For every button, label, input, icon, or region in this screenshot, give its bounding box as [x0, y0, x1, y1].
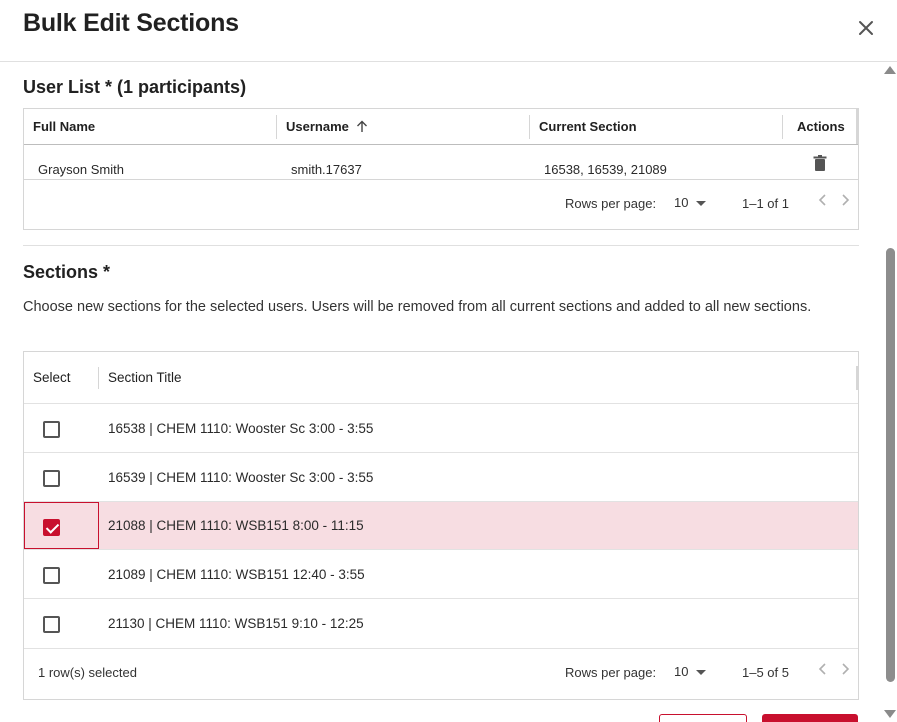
table-row: Grayson Smith smith.17637 16538, 16539, …	[24, 145, 858, 180]
dialog-title: Bulk Edit Sections	[23, 9, 239, 37]
caret-down-icon	[696, 201, 707, 207]
scroll-up-arrow-icon[interactable]	[884, 66, 896, 74]
delete-button[interactable]	[811, 154, 829, 172]
column-header-select: Select	[33, 370, 71, 385]
column-divider	[856, 366, 858, 390]
cell-username: smith.17637	[291, 162, 362, 177]
user-list-heading: User List * (1 participants)	[23, 77, 247, 97]
pagination-range: 1–1 of 1	[742, 196, 789, 211]
row-checkbox[interactable]	[43, 470, 60, 487]
row-checkbox[interactable]	[43, 616, 60, 633]
section-title-cell: 21089 | CHEM 1110: WSB151 12:40 - 3:55	[108, 567, 365, 582]
section-row[interactable]: 16538 | CHEM 1110: Wooster Sc 3:00 - 3:5…	[24, 403, 858, 452]
user-list-table: Full Name Username Current Section Actio…	[23, 108, 859, 230]
section-title-cell: 16538 | CHEM 1110: Wooster Sc 3:00 - 3:5…	[108, 421, 374, 436]
column-divider	[276, 115, 277, 139]
select-cell	[24, 502, 99, 549]
column-header-username[interactable]: Username	[286, 119, 368, 134]
selected-count: 1 row(s) selected	[38, 665, 137, 680]
rows-per-page-value: 10	[674, 664, 689, 679]
close-button[interactable]	[852, 14, 880, 42]
divider	[23, 245, 859, 246]
column-divider	[856, 109, 858, 144]
cancel-button[interactable]	[659, 714, 747, 722]
section-row[interactable]: 16539 | CHEM 1110: Wooster Sc 3:00 - 3:5…	[24, 452, 858, 501]
rows-per-page-label: Rows per page:	[565, 665, 657, 680]
next-page-button[interactable]	[840, 662, 850, 681]
pagination-range: 1–5 of 5	[742, 665, 789, 680]
section-row[interactable]: 21130 | CHEM 1110: WSB151 9:10 - 12:25	[24, 598, 858, 647]
column-header-current-section[interactable]: Current Section	[539, 119, 637, 134]
rows-per-page-label: Rows per page:	[565, 196, 657, 211]
next-page-button[interactable]	[840, 193, 850, 212]
column-header-full-name[interactable]: Full Name	[33, 119, 95, 134]
sections-description: Choose new sections for the selected use…	[23, 299, 812, 315]
scroll-down-arrow-icon[interactable]	[884, 710, 896, 718]
section-title-cell: 16539 | CHEM 1110: Wooster Sc 3:00 - 3:5…	[108, 470, 374, 485]
column-divider	[98, 367, 99, 389]
close-icon	[859, 21, 873, 35]
caret-down-icon	[696, 670, 707, 676]
save-button[interactable]	[762, 714, 858, 722]
column-divider	[529, 115, 530, 139]
prev-page-button[interactable]	[818, 662, 828, 681]
select-cell	[24, 550, 99, 598]
select-cell	[24, 404, 99, 452]
scrollbar-thumb[interactable]	[886, 248, 895, 682]
row-checkbox[interactable]	[43, 567, 60, 584]
trash-icon	[813, 155, 827, 171]
prev-page-button[interactable]	[818, 193, 828, 212]
section-row-selected[interactable]: 21088 | CHEM 1110: WSB151 8:00 - 11:15	[24, 501, 858, 549]
column-header-actions: Actions	[797, 119, 845, 134]
footer-divider	[24, 648, 858, 649]
chevron-left-icon	[818, 194, 826, 206]
column-divider	[782, 115, 783, 139]
cell-current-section: 16538, 16539, 21089	[544, 162, 667, 177]
section-title-cell: 21088 | CHEM 1110: WSB151 8:00 - 11:15	[108, 518, 364, 533]
sections-heading: Sections *	[23, 262, 111, 282]
chevron-right-icon	[842, 663, 850, 675]
row-checkbox-checked[interactable]	[43, 519, 60, 536]
select-cell	[24, 453, 99, 501]
rows-per-page-select[interactable]: 10	[674, 195, 707, 210]
rows-per-page-value: 10	[674, 195, 689, 210]
arrow-up-icon	[356, 120, 367, 132]
sections-table: Select Section Title 16538 | CHEM 1110: …	[23, 351, 859, 700]
bulk-edit-sections-dialog: Bulk Edit Sections User List * (1 partic…	[0, 0, 897, 722]
section-title-cell: 21130 | CHEM 1110: WSB151 9:10 - 12:25	[108, 616, 364, 631]
dialog-header: Bulk Edit Sections	[0, 0, 897, 62]
cell-full-name: Grayson Smith	[38, 162, 124, 177]
rows-per-page-select[interactable]: 10	[674, 664, 707, 679]
column-header-username-label: Username	[286, 119, 349, 134]
row-checkbox[interactable]	[43, 421, 60, 438]
column-header-section-title[interactable]: Section Title	[108, 370, 182, 385]
chevron-right-icon	[842, 194, 850, 206]
select-cell	[24, 599, 99, 647]
chevron-left-icon	[818, 663, 826, 675]
section-row[interactable]: 21089 | CHEM 1110: WSB151 12:40 - 3:55	[24, 549, 858, 598]
